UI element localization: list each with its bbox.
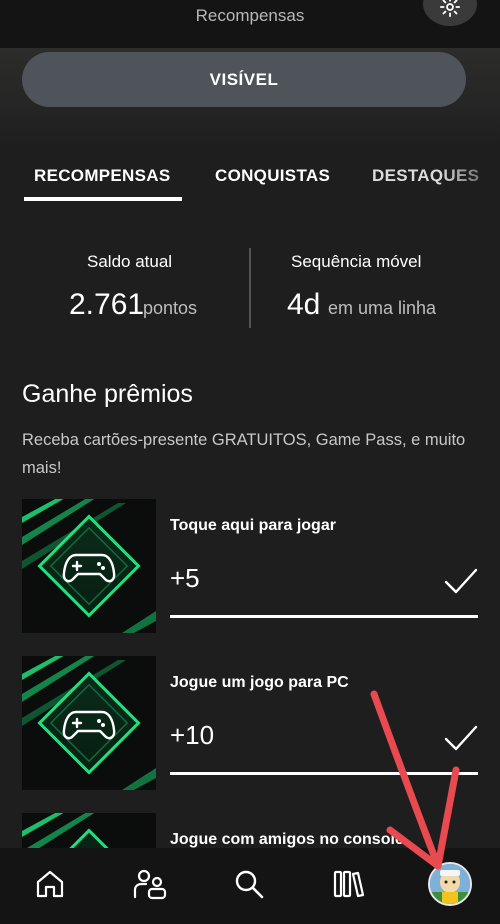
stats-divider	[249, 248, 251, 328]
balance-unit: pontos	[143, 298, 198, 318]
annotation-arrow	[370, 690, 460, 870]
reward-points: +5	[170, 563, 200, 593]
balance-label: Saldo atual	[87, 252, 173, 271]
reward-progress-bar	[170, 615, 478, 618]
streak-label: Sequência móvel	[291, 252, 422, 271]
reward-item[interactable]: Toque aqui para jogar +5	[0, 499, 500, 639]
top-bar: Recompensas	[0, 0, 500, 48]
checkmark-icon	[444, 568, 478, 594]
reward-title: Jogue um jogo para PC	[170, 674, 349, 691]
tab-bar: RECOMPENSAS CONQUISTAS DESTAQUES	[0, 150, 500, 205]
reward-thumbnail	[22, 499, 156, 633]
streak-value: 4d	[287, 288, 321, 321]
nav-social[interactable]	[130, 864, 170, 904]
reward-points: +10	[170, 720, 215, 750]
controller-icon	[62, 710, 116, 740]
search-icon	[235, 870, 264, 899]
active-tab-indicator	[24, 197, 182, 201]
nav-home[interactable]	[30, 864, 70, 904]
reward-title: Toque aqui para jogar	[170, 517, 336, 534]
controller-icon	[62, 553, 116, 583]
tab-rewards[interactable]: RECOMPENSAS	[34, 166, 171, 186]
reward-thumbnail	[22, 656, 156, 790]
nav-search[interactable]	[229, 864, 269, 904]
visibility-button[interactable]: VISÍVEL	[22, 52, 466, 107]
gear-icon	[439, 0, 461, 18]
earn-section-title: Ganhe prêmios	[22, 380, 193, 408]
tab-highlights[interactable]: DESTAQUES	[372, 166, 479, 186]
balance-value: 2.761	[69, 288, 145, 321]
earn-section-description: Receba cartões-presente GRATUITOS, Game …	[22, 431, 466, 477]
streak-unit: em uma linha	[328, 298, 437, 318]
stats-panel: Saldo atual 2.761 pontos Sequência móvel…	[0, 240, 500, 340]
home-icon	[36, 870, 64, 898]
people-icon	[133, 869, 167, 900]
tab-achievements[interactable]: CONQUISTAS	[215, 166, 330, 186]
